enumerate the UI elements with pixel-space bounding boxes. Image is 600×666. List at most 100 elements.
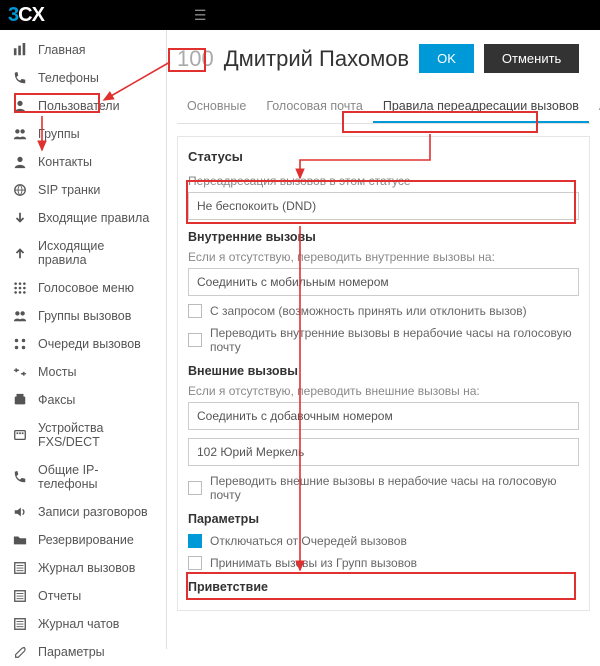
check-label: Отключаться от Очередей вызовов (210, 534, 407, 548)
group-icon (12, 127, 28, 141)
greeting-title: Приветствие (188, 580, 579, 594)
extension-id: 100 (177, 46, 214, 72)
sidebar-item-call-log[interactable]: Журнал вызовов (0, 554, 166, 582)
cancel-button[interactable]: Отменить (484, 44, 579, 73)
sidebar-item-phones[interactable]: Телефоны (0, 64, 166, 92)
sidebar-item-label: Главная (38, 43, 86, 57)
sidebar-item-hotdesk[interactable]: Общие IP-телефоны (0, 456, 166, 498)
globe-icon (12, 183, 28, 197)
queue-icon (12, 337, 28, 351)
page-header: 100 Дмитрий Пахомов OK Отменить (177, 44, 590, 73)
fax-icon (12, 393, 28, 407)
checkbox-icon (188, 304, 202, 318)
chat-log-icon (12, 617, 28, 631)
panel-title: Статусы (188, 149, 579, 164)
external-desc: Если я отсутствую, переводить внешние вы… (188, 384, 579, 398)
sidebar-item-fxs[interactable]: Устройства FXS/DECT (0, 414, 166, 456)
sidebar-item-backup[interactable]: Резервирование (0, 526, 166, 554)
user-name: Дмитрий Пахомов (224, 46, 409, 72)
sidebar-item-label: Мосты (38, 365, 76, 379)
wrench-icon (12, 645, 28, 659)
sidebar-item-label: Устройства FXS/DECT (38, 421, 156, 449)
statuses-panel: Статусы Переадресация вызовов в этом ста… (177, 136, 590, 611)
checkbox-checked-icon (188, 534, 202, 548)
external-action-select[interactable]: Соединить с добавочным номером (188, 402, 579, 430)
sidebar-item-label: Контакты (38, 155, 92, 169)
sidebar-item-ring-groups[interactable]: Группы вызовов (0, 302, 166, 330)
sidebar-item-outbound[interactable]: Исходящие правила (0, 232, 166, 274)
check-label: С запросом (возможность принять или откл… (210, 304, 527, 318)
check-external-offhours[interactable]: Переводить внешние вызовы в нерабочие ча… (188, 474, 579, 502)
folder-icon (12, 533, 28, 547)
sidebar-item-contacts[interactable]: Контакты (0, 148, 166, 176)
check-label: Принимать вызовы из Групп вызовов (210, 556, 417, 570)
topbar: 3CX ☰ (0, 0, 600, 30)
sidebar-item-home[interactable]: Главная (0, 36, 166, 64)
sidebar: Главная Телефоны Пользователи Группы Кон… (0, 30, 167, 649)
sidebar-item-label: Телефоны (38, 71, 99, 85)
list-icon (12, 561, 28, 575)
checkbox-icon (188, 333, 202, 347)
sidebar-item-label: Общие IP-телефоны (38, 463, 156, 491)
check-accept-groups[interactable]: Принимать вызовы из Групп вызовов (188, 556, 579, 570)
contact-icon (12, 155, 28, 169)
ok-button[interactable]: OK (419, 44, 474, 73)
phone-icon (12, 71, 28, 85)
sidebar-item-recordings[interactable]: Записи разговоров (0, 498, 166, 526)
external-calls-title: Внешние вызовы (188, 364, 579, 378)
forward-status-select[interactable]: Не беспокоить (DND) (188, 192, 579, 220)
sidebar-item-users[interactable]: Пользователи (0, 92, 166, 120)
sidebar-item-label: Очереди вызовов (38, 337, 141, 351)
internal-calls-title: Внутренние вызовы (188, 230, 579, 244)
tabs: Основные Голосовая почта Правила переадр… (177, 91, 590, 124)
checkbox-icon (188, 481, 202, 495)
sidebar-item-label: Входящие правила (38, 211, 149, 225)
sidebar-item-label: Журнал вызовов (38, 561, 135, 575)
checkbox-icon (188, 556, 202, 570)
main-content: 100 Дмитрий Пахомов OK Отменить Основные… (167, 30, 600, 649)
check-with-request[interactable]: С запросом (возможность принять или откл… (188, 304, 579, 318)
sidebar-item-label: Голосовое меню (38, 281, 134, 295)
desk-phone-icon (12, 470, 28, 484)
user-icon (12, 99, 28, 113)
sidebar-item-label: Журнал чатов (38, 617, 119, 631)
tab-general[interactable]: Основные (177, 91, 256, 123)
sidebar-item-label: Параметры (38, 645, 105, 659)
users-icon (12, 309, 28, 323)
sidebar-item-reports[interactable]: Отчеты (0, 582, 166, 610)
internal-action-select[interactable]: Соединить с мобильным номером (188, 268, 579, 296)
forward-label: Переадресация вызовов в этом статусе (188, 174, 579, 188)
keypad-icon (12, 281, 28, 295)
sidebar-item-chat-log[interactable]: Журнал чатов (0, 610, 166, 638)
tab-voicemail[interactable]: Голосовая почта (256, 91, 373, 123)
params-title: Параметры (188, 512, 579, 526)
sidebar-item-inbound[interactable]: Входящие правила (0, 204, 166, 232)
sidebar-item-label: Факсы (38, 393, 75, 407)
check-internal-offhours[interactable]: Переводить внутренние вызовы в нерабочие… (188, 326, 579, 354)
device-icon (12, 428, 28, 442)
sidebar-item-label: Записи разговоров (38, 505, 148, 519)
check-logout-queues[interactable]: Отключаться от Очередей вызовов (188, 534, 579, 548)
sidebar-item-bridges[interactable]: Мосты (0, 358, 166, 386)
external-ext-select[interactable]: 102 Юрий Меркель (188, 438, 579, 466)
sidebar-item-ivr[interactable]: Голосовое меню (0, 274, 166, 302)
sidebar-item-label: Резервирование (38, 533, 134, 547)
sidebar-item-settings[interactable]: Параметры (0, 638, 166, 666)
check-label: Переводить внутренние вызовы в нерабочие… (210, 326, 579, 354)
logo: 3CX (8, 4, 44, 27)
sidebar-item-label: Пользователи (38, 99, 120, 113)
sidebar-item-label: SIP транки (38, 183, 100, 197)
tab-forwarding-rules[interactable]: Правила переадресации вызовов (373, 91, 589, 123)
arrow-down-icon (12, 211, 28, 225)
sidebar-item-fax[interactable]: Факсы (0, 386, 166, 414)
sidebar-item-label: Отчеты (38, 589, 81, 603)
speaker-icon (12, 505, 28, 519)
sidebar-item-sip[interactable]: SIP транки (0, 176, 166, 204)
internal-desc: Если я отсутствую, переводить внутренние… (188, 250, 579, 264)
sidebar-item-label: Группы вызовов (38, 309, 131, 323)
menu-icon[interactable]: ☰ (194, 7, 207, 24)
sidebar-item-label: Исходящие правила (38, 239, 156, 267)
sidebar-item-queues[interactable]: Очереди вызовов (0, 330, 166, 358)
tab-provisioning[interactable]: Автонастройка (589, 91, 600, 123)
sidebar-item-groups[interactable]: Группы (0, 120, 166, 148)
